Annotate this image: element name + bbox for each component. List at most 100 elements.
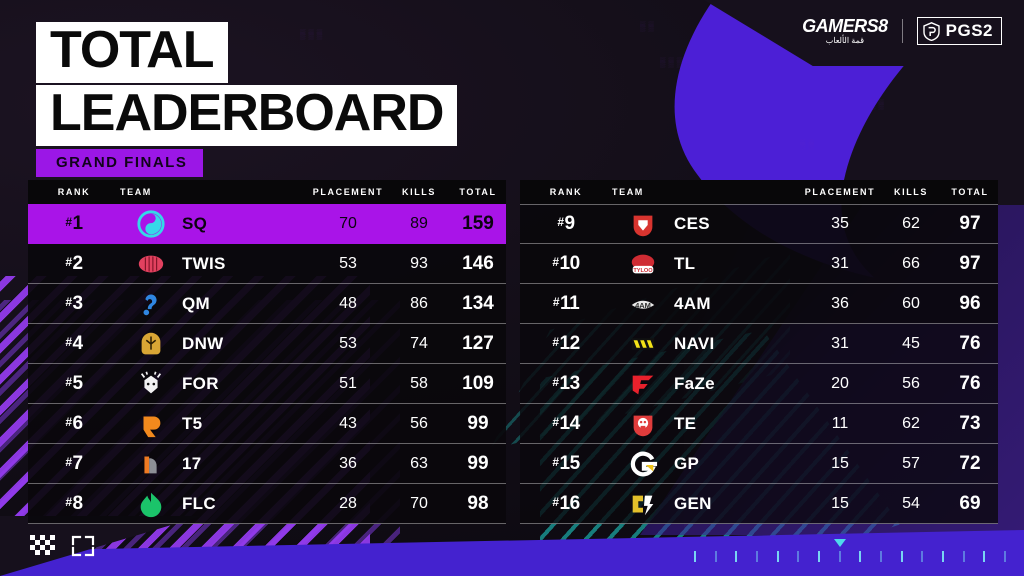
table-row[interactable]: #10 TYLOO TL 31 66 97 bbox=[520, 244, 998, 284]
broadcast-graphic: ▒▒▒ ▒▒ ▒▒▒▒ ▒▒ ▒▒ ▒▒ TOTAL LEADERBOARD G… bbox=[0, 0, 1024, 576]
progress-tick bbox=[714, 551, 717, 562]
row-kills: 70 bbox=[410, 494, 428, 512]
row-rank: #4 bbox=[65, 332, 83, 354]
row-placement: 36 bbox=[339, 454, 357, 472]
table-row[interactable]: #16 GEN 15 54 69 bbox=[520, 484, 998, 524]
team-logo bbox=[612, 209, 674, 239]
row-total: 97 bbox=[959, 213, 981, 234]
progress-tick bbox=[776, 551, 779, 562]
glitch-mark-2: ▒▒ bbox=[640, 22, 657, 32]
progress-tick bbox=[838, 551, 841, 562]
progress-tick bbox=[735, 551, 738, 562]
row-team-name: 17 bbox=[182, 453, 202, 473]
progress-tick bbox=[921, 551, 924, 562]
row-team-name: FOR bbox=[182, 373, 219, 393]
team-logo bbox=[612, 409, 674, 439]
row-total: 109 bbox=[462, 372, 494, 394]
progress-tick bbox=[962, 551, 965, 562]
row-total: 99 bbox=[467, 412, 489, 434]
table-row[interactable]: #9 CES 35 62 97 bbox=[520, 204, 998, 244]
t5-logo bbox=[143, 416, 161, 437]
table-body-right: #9 CES 35 62 97 #10 TYLOO TL 31 66 97 #11 4AM 4AM 36 60… bbox=[520, 204, 998, 524]
row-placement: 43 bbox=[339, 414, 357, 432]
page-title: TOTAL LEADERBOARD GRAND FINALS bbox=[36, 22, 458, 177]
table-row[interactable]: #6 T5 43 56 99 bbox=[28, 404, 506, 444]
table-row[interactable]: #14 TE 11 62 73 bbox=[520, 404, 998, 444]
row-placement: 53 bbox=[339, 334, 357, 352]
row-team-name: T5 bbox=[182, 413, 203, 433]
table-row[interactable]: #1 SQ 70 89 159 bbox=[28, 204, 506, 244]
table-row[interactable]: #11 4AM 4AM 36 60 96 bbox=[520, 284, 998, 324]
row-team-name: NAVI bbox=[674, 333, 715, 353]
glitch-mark-4: ▒▒ bbox=[870, 100, 887, 110]
row-placement: 15 bbox=[831, 494, 849, 512]
faze-logo bbox=[632, 375, 654, 394]
table-row[interactable]: #13 FaZe 20 56 76 bbox=[520, 364, 998, 404]
gp-logo bbox=[630, 451, 658, 476]
team-logo bbox=[612, 369, 674, 399]
row-team-name: GP bbox=[674, 453, 700, 473]
team-logo bbox=[120, 209, 182, 239]
gen-logo bbox=[632, 495, 654, 515]
expand-arrows-icon[interactable] bbox=[70, 534, 96, 558]
twis-logo bbox=[138, 255, 164, 272]
row-rank: #1 bbox=[65, 213, 83, 234]
row-total: 134 bbox=[462, 292, 494, 314]
team-logo bbox=[120, 369, 182, 399]
row-kills: 89 bbox=[410, 215, 428, 232]
table-row[interactable]: #5 FOR 51 58 109 bbox=[28, 364, 506, 404]
row-total: 146 bbox=[462, 252, 494, 274]
table-row[interactable]: #7 17 36 63 99 bbox=[28, 444, 506, 484]
table-row[interactable]: #12 NAVI 31 45 76 bbox=[520, 324, 998, 364]
gamers8-wordmark: GAMERS8 bbox=[802, 16, 888, 36]
table-row[interactable]: #4 DNW 53 74 127 bbox=[28, 324, 506, 364]
column-header-placement: PLACEMENT bbox=[804, 187, 876, 197]
row-team-name: QM bbox=[182, 293, 210, 313]
row-total: 159 bbox=[462, 213, 494, 234]
table-row[interactable]: #15 GP 15 57 72 bbox=[520, 444, 998, 484]
row-placement: 36 bbox=[831, 294, 849, 312]
row-rank: #12 bbox=[552, 332, 580, 354]
checkered-flag-icon[interactable] bbox=[30, 535, 56, 557]
row-rank: #11 bbox=[552, 292, 580, 314]
row-kills: 62 bbox=[902, 215, 920, 232]
leaderboard-right: RANK TEAM PLACEMENT KILLS TOTAL #9 CES 35 6… bbox=[520, 180, 998, 524]
progress-tick bbox=[817, 551, 820, 562]
team-logo bbox=[120, 409, 182, 439]
row-team-name: SQ bbox=[182, 214, 208, 233]
column-header-kills: KILLS bbox=[894, 187, 928, 197]
team-logo bbox=[120, 329, 182, 359]
team-logo bbox=[612, 449, 674, 479]
dnw-logo bbox=[141, 332, 161, 354]
table-row[interactable]: #2 TWIS 53 93 146 bbox=[28, 244, 506, 284]
table-row[interactable]: #3 QM 48 86 134 bbox=[28, 284, 506, 324]
team-logo bbox=[120, 249, 182, 279]
row-kills: 58 bbox=[410, 374, 428, 392]
column-header-kills: KILLS bbox=[402, 187, 436, 197]
match-progress-indicator[interactable] bbox=[694, 539, 1006, 562]
table-body-left: #1 SQ 70 89 159 #2 TWIS 53 93 146 #3 QM 48 86 134 #4 DNW… bbox=[28, 204, 506, 524]
row-rank: #5 bbox=[65, 372, 83, 394]
row-kills: 54 bbox=[902, 494, 920, 512]
row-team-name: CES bbox=[674, 214, 710, 233]
progress-tick bbox=[797, 551, 800, 562]
footer-controls bbox=[30, 534, 96, 558]
navi-logo bbox=[631, 337, 655, 350]
row-rank: #7 bbox=[65, 452, 83, 474]
column-header-placement: PLACEMENT bbox=[312, 187, 384, 197]
team-logo bbox=[120, 489, 182, 519]
table-row[interactable]: #8 FLC 28 70 98 bbox=[28, 484, 506, 524]
row-total: 76 bbox=[959, 372, 981, 394]
4am-logo: 4AM bbox=[631, 300, 655, 309]
glitch-mark-5: ▒▒ bbox=[800, 140, 817, 150]
row-kills: 57 bbox=[902, 454, 920, 472]
row-kills: 86 bbox=[410, 294, 428, 312]
row-kills: 60 bbox=[902, 294, 920, 312]
table-header-left: RANK TEAM PLACEMENT KILLS TOTAL bbox=[28, 180, 506, 204]
17-logo bbox=[144, 456, 157, 473]
row-placement: 20 bbox=[831, 374, 849, 392]
row-rank: #3 bbox=[65, 292, 83, 314]
progress-tick bbox=[941, 551, 944, 562]
gamers8-arabic: قمة الألعاب bbox=[825, 36, 865, 45]
row-team-name: 4AM bbox=[674, 293, 711, 313]
